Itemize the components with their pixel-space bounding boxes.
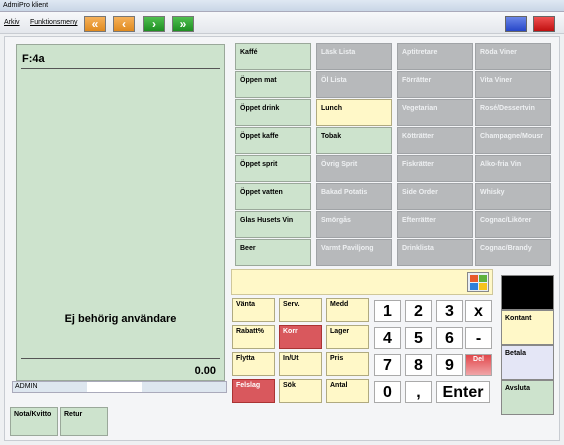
category-ros-dessertvin[interactable]: Rosé/Dessertvin bbox=[475, 99, 551, 126]
action-in-ut[interactable]: In/Ut bbox=[279, 352, 322, 376]
category-öppen-mat[interactable]: Öppen mat bbox=[235, 71, 311, 98]
action-korr[interactable]: Korr bbox=[279, 325, 322, 349]
category-öppet-sprit[interactable]: Öppet sprit bbox=[235, 155, 311, 182]
menu-bar: Arkiv Funktionsmeny « ‹ › » bbox=[0, 12, 564, 34]
minimize-window-icon[interactable] bbox=[505, 16, 527, 32]
key-5[interactable]: 5 bbox=[405, 327, 432, 349]
receipt-panel: F:4a Ej behörig användare 0.00 bbox=[16, 44, 225, 381]
key-2[interactable]: 2 bbox=[405, 300, 432, 322]
category-varmt-paviljong[interactable]: Varmt Paviljong bbox=[316, 239, 392, 266]
avsluta-button[interactable]: Avsluta bbox=[501, 380, 554, 415]
category-alko-fria-vin[interactable]: Alko-fria Vin bbox=[475, 155, 551, 182]
retur-button[interactable]: Retur bbox=[60, 407, 108, 436]
input-field[interactable] bbox=[231, 269, 493, 295]
category-smörgås[interactable]: Smörgås bbox=[316, 211, 392, 238]
category-läsk-lista[interactable]: Läsk Lista bbox=[316, 43, 392, 70]
category-vegetarian[interactable]: Vegetarian bbox=[397, 99, 473, 126]
display-panel bbox=[501, 275, 554, 310]
double-left-arrow-icon[interactable]: « bbox=[84, 16, 106, 32]
category-tobak[interactable]: Tobak bbox=[316, 127, 392, 154]
menu-arkiv[interactable]: Arkiv bbox=[4, 19, 20, 26]
key-0[interactable]: 0 bbox=[374, 381, 401, 403]
kontant-button[interactable]: Kontant bbox=[501, 310, 554, 345]
receipt-header: F:4a bbox=[22, 53, 45, 65]
category-cognac-brandy[interactable]: Cognac/Brandy bbox=[475, 239, 551, 266]
category-vita-viner[interactable]: Vita Viner bbox=[475, 71, 551, 98]
receipt-divider bbox=[21, 358, 220, 359]
category-kötträtter[interactable]: Kötträtter bbox=[397, 127, 473, 154]
window-title: AdmiPro klient bbox=[0, 0, 564, 12]
double-right-arrow-icon[interactable]: » bbox=[172, 16, 194, 32]
category-whisky[interactable]: Whisky bbox=[475, 183, 551, 210]
windows-logo-icon[interactable] bbox=[467, 272, 489, 292]
action-sök[interactable]: Sök bbox=[279, 379, 322, 403]
key-8[interactable]: 8 bbox=[405, 354, 432, 376]
nota-kvitto-button[interactable]: Nota/Kvitto bbox=[10, 407, 58, 436]
action-medd[interactable]: Medd bbox=[326, 298, 369, 322]
category-efterrätter[interactable]: Efterrätter bbox=[397, 211, 473, 238]
action-pris[interactable]: Pris bbox=[326, 352, 369, 376]
action-antal[interactable]: Antal bbox=[326, 379, 369, 403]
action-rabatt[interactable]: Rabatt% bbox=[232, 325, 275, 349]
action-flytta[interactable]: Flytta bbox=[232, 352, 275, 376]
action-vänta[interactable]: Vänta bbox=[232, 298, 275, 322]
receipt-message: Ej behörig användare bbox=[64, 313, 177, 325]
action-serv[interactable]: Serv. bbox=[279, 298, 322, 322]
category-aptitretare[interactable]: Aptitretare bbox=[397, 43, 473, 70]
right-arrow-icon[interactable]: › bbox=[143, 16, 165, 32]
category-glas-husets-vin[interactable]: Glas Husets Vin bbox=[235, 211, 311, 238]
key-minus[interactable]: - bbox=[465, 327, 492, 349]
receipt-divider bbox=[21, 68, 220, 69]
action-felslag[interactable]: Felslag bbox=[232, 379, 275, 403]
category-bakad-potatis[interactable]: Bakad Potatis bbox=[316, 183, 392, 210]
category-öppet-kaffe[interactable]: Öppet kaffe bbox=[235, 127, 311, 154]
category-beer[interactable]: Beer bbox=[235, 239, 311, 266]
key-3[interactable]: 3 bbox=[436, 300, 463, 322]
category-kaff[interactable]: Kaffé bbox=[235, 43, 311, 70]
close-window-icon[interactable] bbox=[533, 16, 555, 32]
betala-button[interactable]: Betala bbox=[501, 345, 554, 380]
category-fiskrätter[interactable]: Fiskrätter bbox=[397, 155, 473, 182]
key-comma[interactable]: , bbox=[405, 381, 432, 403]
key-del[interactable]: Del bbox=[465, 354, 492, 376]
category-lunch[interactable]: Lunch bbox=[316, 99, 392, 126]
key-x[interactable]: x bbox=[465, 300, 492, 322]
left-arrow-icon[interactable]: ‹ bbox=[113, 16, 135, 32]
category-champagne-mousr[interactable]: Champagne/Mousr bbox=[475, 127, 551, 154]
category-öl-lista[interactable]: Öl Lista bbox=[316, 71, 392, 98]
category-drinklista[interactable]: Drinklista bbox=[397, 239, 473, 266]
key-9[interactable]: 9 bbox=[436, 354, 463, 376]
key-6[interactable]: 6 bbox=[436, 327, 463, 349]
category-side-order[interactable]: Side Order bbox=[397, 183, 473, 210]
action-lager[interactable]: Lager bbox=[326, 325, 369, 349]
receipt-total: 0.00 bbox=[194, 365, 216, 377]
category-öppet-drink[interactable]: Öppet drink bbox=[235, 99, 311, 126]
key-7[interactable]: 7 bbox=[374, 354, 401, 376]
menu-funktionsmeny[interactable]: Funktionsmeny bbox=[30, 19, 77, 26]
user-field bbox=[87, 382, 142, 392]
category-cognac-likörer[interactable]: Cognac/Likörer bbox=[475, 211, 551, 238]
key-4[interactable]: 4 bbox=[374, 327, 401, 349]
category-öppet-vatten[interactable]: Öppet vatten bbox=[235, 183, 311, 210]
user-name: ADMIN bbox=[15, 383, 38, 390]
key-1[interactable]: 1 bbox=[374, 300, 401, 322]
category-övrig-sprit[interactable]: Övrig Sprit bbox=[316, 155, 392, 182]
category-förrätter[interactable]: Förrätter bbox=[397, 71, 473, 98]
key-enter[interactable]: Enter bbox=[436, 381, 490, 403]
category-röda-viner[interactable]: Röda Viner bbox=[475, 43, 551, 70]
user-bar: ADMIN bbox=[12, 381, 227, 393]
